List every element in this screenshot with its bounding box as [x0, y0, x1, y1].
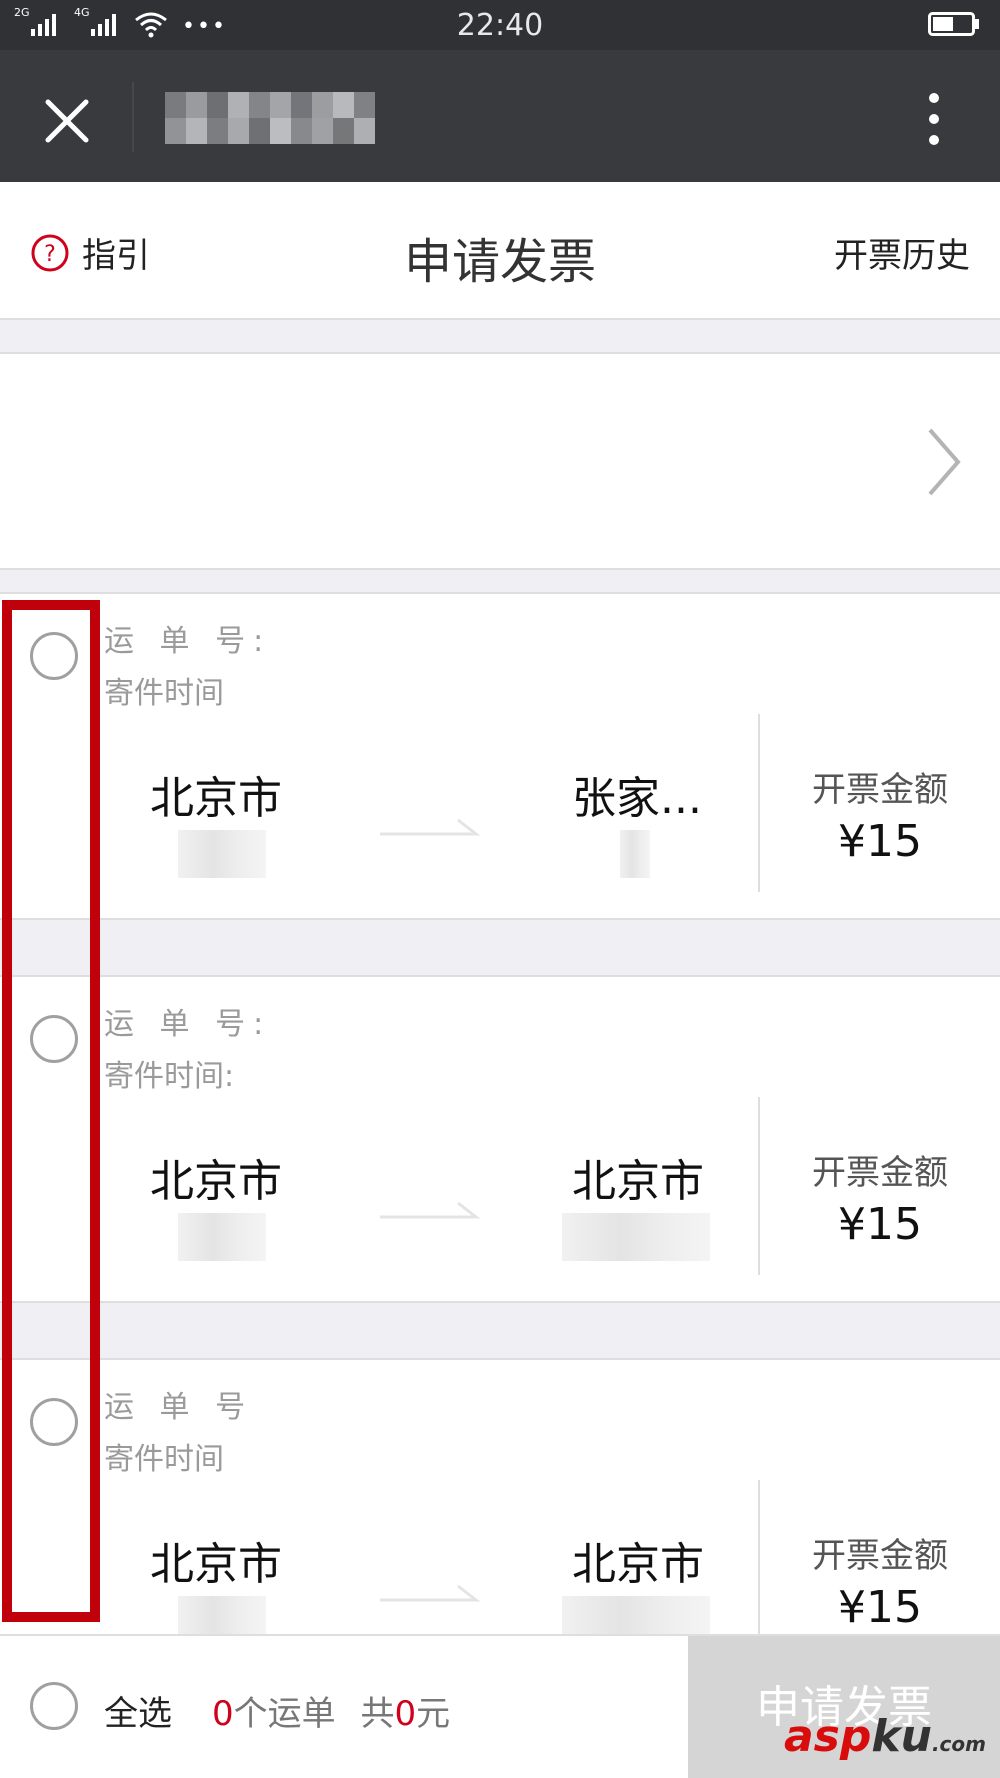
bottom-action-bar: 全选 0个运单 共0元 申请发票 aspku.com — [0, 1634, 1000, 1778]
invoice-history-link[interactable]: 开票历史 — [834, 228, 970, 277]
ship-time-label: 寄件时间 — [104, 1442, 224, 1477]
guide-label: 指引 — [82, 236, 150, 276]
to-detail-blurred — [562, 1213, 710, 1261]
from-city: 北京市 — [150, 1156, 282, 1207]
invoice-amount: ¥15 — [838, 1199, 922, 1250]
arrow-right-icon — [380, 1584, 480, 1602]
close-icon[interactable] — [36, 90, 98, 152]
app-nav-bar — [0, 50, 1000, 182]
select-all-radio[interactable] — [30, 1682, 78, 1730]
arrow-right-icon — [380, 818, 480, 836]
help-icon: ? — [31, 234, 69, 271]
select-all-label[interactable]: 全选 — [104, 1686, 172, 1735]
total-unit: 元 — [416, 1694, 451, 1734]
battery-icon — [928, 12, 979, 36]
annotation-highlight-box — [2, 600, 100, 1622]
clock: 22:40 — [456, 8, 544, 43]
nav-title-pixelated — [165, 92, 375, 144]
total-prefix: 共 — [360, 1694, 395, 1734]
to-detail-blurred — [620, 830, 650, 878]
ship-time-label: 寄件时间: — [104, 1059, 235, 1094]
more-options-icon[interactable] — [914, 88, 954, 150]
to-city: 张家... — [572, 773, 702, 824]
page-header: ? 指引 申请发票 开票历史 — [0, 182, 1000, 320]
amount-label: 开票金额 — [812, 1153, 948, 1193]
amount-label: 开票金额 — [812, 1536, 948, 1576]
chevron-right-icon — [928, 428, 961, 496]
watermark-domain: .com — [931, 1732, 986, 1756]
site-watermark: aspku.com — [784, 1711, 986, 1762]
waybill-label: 运 单 号: — [104, 624, 272, 659]
selection-summary: 0个运单 共0元 — [212, 1686, 450, 1735]
arrow-right-icon — [380, 1201, 480, 1219]
to-city: 北京市 — [572, 1156, 704, 1207]
svg-text:?: ? — [44, 242, 56, 267]
waybill-label: 运 单 号 — [104, 1390, 254, 1425]
invoice-info-row[interactable] — [0, 352, 1000, 570]
guide-link[interactable]: ? 指引 — [30, 228, 150, 277]
nav-divider — [132, 82, 134, 152]
order-card[interactable]: 运 单 号: 寄件时间: 北京市 北京市 开票金额 ¥15 — [0, 975, 1000, 1303]
status-bar: 2G 4G ••• 22:40 — [0, 0, 1000, 50]
from-detail-blurred — [178, 1213, 266, 1261]
ship-time-label: 寄件时间 — [104, 676, 224, 711]
order-card[interactable]: 运 单 号: 寄件时间 北京市 张家... 开票金额 ¥15 — [0, 592, 1000, 920]
from-city: 北京市 — [150, 1539, 282, 1590]
invoice-amount: ¥15 — [838, 816, 922, 867]
waybill-label: 运 单 号: — [104, 1007, 272, 1042]
amount-label: 开票金额 — [812, 770, 948, 810]
order-count: 0 — [212, 1694, 234, 1734]
from-detail-blurred — [178, 830, 266, 878]
watermark-brand-tail: ku — [871, 1711, 932, 1762]
watermark-brand: asp — [783, 1711, 872, 1762]
order-unit: 个运单 — [233, 1694, 336, 1734]
invoice-amount: ¥15 — [838, 1582, 922, 1633]
from-city: 北京市 — [150, 773, 282, 824]
total-value: 0 — [394, 1694, 417, 1734]
to-city: 北京市 — [572, 1539, 704, 1590]
